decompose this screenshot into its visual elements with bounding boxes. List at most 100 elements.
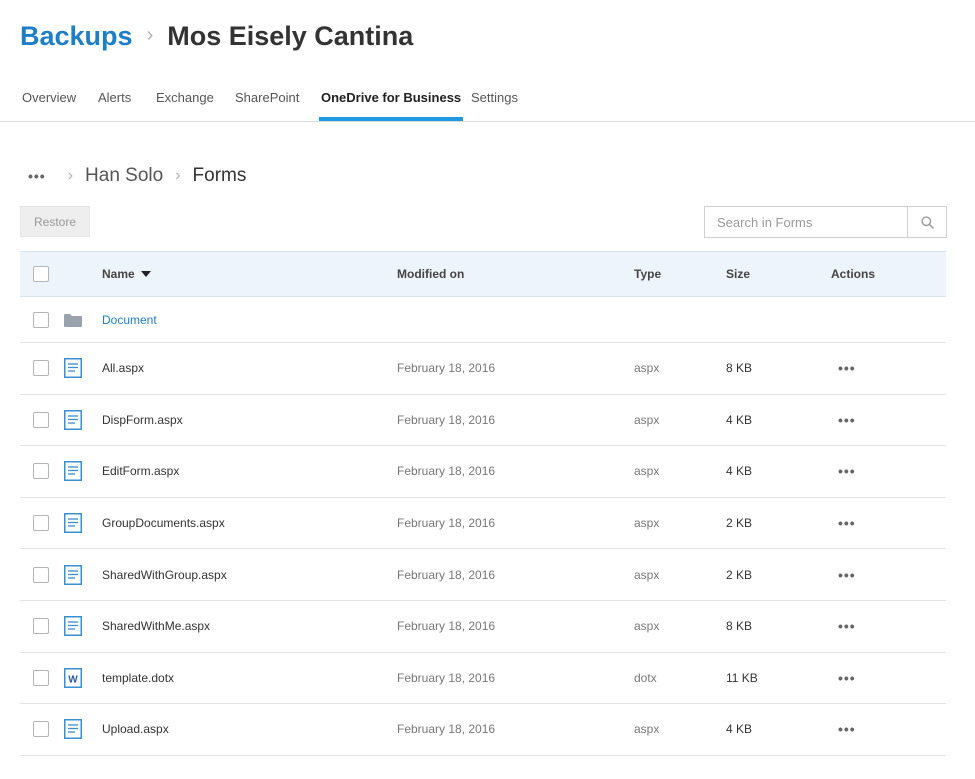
row-checkbox[interactable] (33, 669, 49, 686)
modified-date: February 18, 2016 (397, 361, 496, 376)
page-icon (63, 461, 83, 482)
file-name[interactable]: SharedWithGroup.aspx (102, 549, 227, 600)
table-row-folder[interactable]: Document (20, 297, 946, 343)
modified-date: February 18, 2016 (397, 619, 496, 634)
page-icon (63, 564, 83, 585)
table-body: All.aspx February 18, 2016 aspx 8 KB ••• Disp… (20, 343, 946, 756)
row-actions-menu-button[interactable]: ••• (838, 395, 856, 446)
tab-overview[interactable]: Overview (22, 80, 76, 121)
tab-exchange[interactable]: Exchange (156, 80, 214, 121)
file-size: 4 KB (726, 412, 753, 427)
page-icon (63, 409, 83, 430)
file-name[interactable]: GroupDocuments.aspx (102, 498, 225, 549)
table-row[interactable]: Wtemplate.dotx February 18, 2016 dotx 11 KB… (20, 653, 946, 705)
tab-settings[interactable]: Settings (471, 80, 518, 121)
file-type: aspx (634, 464, 660, 479)
search-button[interactable] (907, 207, 946, 237)
modified-date: February 18, 2016 (397, 412, 496, 427)
table-row[interactable]: All.aspx February 18, 2016 aspx 8 KB ••• (20, 343, 946, 395)
column-header-actions: Actions (831, 267, 876, 281)
tab-sharepoint[interactable]: SharePoint (235, 80, 299, 121)
breadcrumb-current-folder: Forms (192, 165, 247, 186)
column-header-name-label: Name (102, 267, 135, 281)
file-size: 8 KB (726, 619, 753, 634)
folder-breadcrumb: ••• › Han Solo › Forms (28, 163, 246, 189)
file-type: aspx (634, 619, 660, 634)
svg-text:W: W (68, 674, 78, 685)
file-name[interactable]: All.aspx (102, 343, 144, 394)
file-type: aspx (634, 722, 660, 737)
file-size: 2 KB (726, 567, 753, 582)
file-size: 4 KB (726, 722, 753, 737)
breadcrumb-parent-folder[interactable]: Han Solo (85, 165, 163, 187)
modified-date: February 18, 2016 (397, 516, 496, 531)
table-row[interactable]: GroupDocuments.aspx February 18, 2016 aspx… (20, 498, 946, 550)
restore-button[interactable]: Restore (20, 206, 90, 237)
breadcrumb-backups-link[interactable]: Backups (20, 21, 133, 52)
page-icon (63, 616, 83, 637)
row-checkbox[interactable] (33, 618, 49, 635)
file-name[interactable]: EditForm.aspx (102, 446, 179, 497)
page-header: Backups › Mos Eisely Cantina (20, 16, 413, 56)
file-name[interactable]: Upload.aspx (102, 704, 169, 755)
file-type: aspx (634, 412, 660, 427)
page-icon (63, 513, 83, 534)
modified-date: February 18, 2016 (397, 722, 496, 737)
row-actions-menu-button[interactable]: ••• (838, 601, 856, 652)
row-checkbox[interactable] (33, 515, 49, 532)
file-size: 11 KB (726, 670, 758, 685)
file-type: aspx (634, 516, 660, 531)
column-header-type[interactable]: Type (634, 252, 661, 296)
table-row[interactable]: DispForm.aspx February 18, 2016 aspx 4 KB ••… (20, 395, 946, 447)
tab-alerts[interactable]: Alerts (98, 80, 131, 121)
row-checkbox[interactable] (33, 411, 49, 428)
file-type: aspx (634, 361, 660, 376)
table-row[interactable]: EditForm.aspx February 18, 2016 aspx 4 KB ••… (20, 446, 946, 498)
page-icon (63, 358, 83, 379)
file-name[interactable]: template.dotx (102, 653, 174, 704)
chevron-right-icon: › (146, 23, 154, 46)
page-title: Mos Eisely Cantina (167, 20, 414, 51)
tab-bar: Overview Alerts Exchange SharePoint OneD… (0, 80, 975, 122)
table-row[interactable]: SharedWithMe.aspx February 18, 2016 aspx 8 … (20, 601, 946, 653)
row-checkbox[interactable] (33, 311, 49, 328)
file-type: aspx (634, 567, 660, 582)
file-name[interactable]: DispForm.aspx (102, 395, 183, 446)
column-header-modified[interactable]: Modified on (397, 252, 464, 296)
modified-date: February 18, 2016 (397, 670, 496, 685)
folder-name-link[interactable]: Document (102, 297, 157, 342)
chevron-right-icon: › (175, 167, 181, 184)
page-icon (63, 719, 83, 740)
search-box (704, 206, 947, 238)
row-actions-menu-button[interactable]: ••• (838, 498, 856, 549)
row-checkbox[interactable] (33, 360, 49, 377)
file-size: 4 KB (726, 464, 753, 479)
search-input[interactable] (705, 207, 907, 237)
row-actions-menu-button[interactable]: ••• (838, 653, 856, 704)
row-actions-menu-button[interactable]: ••• (838, 446, 856, 497)
word-icon: W (63, 667, 83, 688)
modified-date: February 18, 2016 (397, 567, 496, 582)
file-name[interactable]: SharedWithMe.aspx (102, 601, 210, 652)
table-row[interactable]: Upload.aspx February 18, 2016 aspx 4 KB ••• (20, 704, 946, 756)
file-table: Name Modified on Type Size Actions Docum… (20, 251, 946, 756)
file-type: dotx (634, 670, 657, 685)
tab-onedrive-for-business[interactable]: OneDrive for Business (318, 80, 464, 121)
row-checkbox[interactable] (33, 463, 49, 480)
column-header-size[interactable]: Size (726, 252, 750, 296)
table-row[interactable]: SharedWithGroup.aspx February 18, 2016 asp… (20, 549, 946, 601)
column-header-name[interactable]: Name (102, 252, 151, 296)
select-all-checkbox[interactable] (33, 266, 49, 282)
file-size: 2 KB (726, 516, 753, 531)
row-checkbox[interactable] (33, 721, 49, 738)
more-ancestors-button[interactable]: ••• (28, 168, 46, 184)
row-actions-menu-button[interactable]: ••• (838, 549, 856, 600)
chevron-right-icon: › (67, 167, 74, 184)
modified-date: February 18, 2016 (397, 464, 496, 479)
search-icon (920, 215, 934, 229)
row-checkbox[interactable] (33, 566, 49, 583)
file-size: 8 KB (726, 361, 753, 376)
row-actions-menu-button[interactable]: ••• (838, 704, 856, 755)
table-header: Name Modified on Type Size Actions (20, 251, 946, 297)
row-actions-menu-button[interactable]: ••• (838, 343, 856, 394)
